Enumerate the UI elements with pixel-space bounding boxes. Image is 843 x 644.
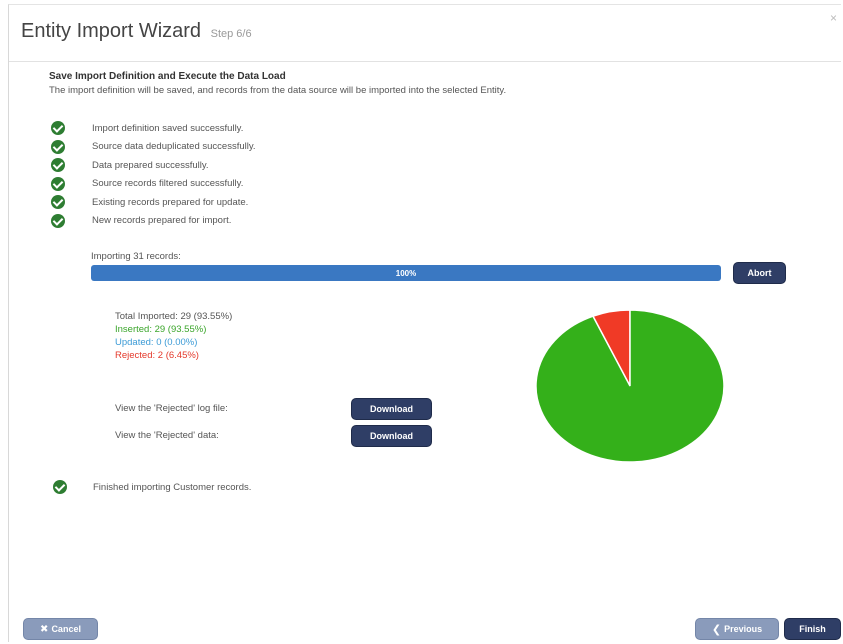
download-rejected-data-button[interactable]: Download	[351, 425, 432, 447]
chevron-left-icon: ❮	[711, 623, 722, 636]
download-rejected-log-button[interactable]: Download	[351, 398, 432, 420]
finished-status: Finished importing Customer records.	[53, 480, 251, 494]
check-circle-icon	[51, 121, 65, 136]
finished-status-text: Finished importing Customer records.	[93, 481, 252, 493]
step-indicator: Step 6/6	[210, 28, 252, 40]
pie-slice-inserted	[535, 309, 725, 463]
step-status-item: Data prepared successfully.	[51, 156, 256, 175]
dialog-title: Entity Import Wizard Step 6/6	[21, 20, 252, 43]
step-status-item: Source records filtered successfully.	[51, 175, 256, 194]
step-status-item: Existing records prepared for update.	[51, 193, 256, 212]
previous-button-label: Previous	[724, 624, 763, 634]
rejected-log-label: View the 'Rejected' log file:	[115, 403, 228, 414]
step-status-item: Import definition saved successfully.	[51, 119, 256, 138]
step-status-text: Import definition saved successfully.	[92, 122, 244, 134]
step-status-text: Existing records prepared for update.	[92, 196, 249, 208]
cancel-button[interactable]: ✖ Cancel	[23, 618, 98, 640]
inserted-stat: Inserted: 29 (93.55%)	[115, 324, 207, 335]
step-status-list: Import definition saved successfully. So…	[51, 119, 256, 230]
import-stats: Total Imported: 29 (93.55%) Inserted: 29…	[115, 311, 232, 363]
dialog-header: Entity Import Wizard Step 6/6 ×	[9, 5, 841, 62]
import-progress-fill: 100%	[91, 265, 721, 281]
step-status-text: Data prepared successfully.	[92, 159, 209, 171]
section-description: The import definition will be saved, and…	[49, 85, 507, 96]
check-circle-icon	[51, 158, 65, 173]
finish-button[interactable]: Finish	[784, 618, 841, 640]
section-title: Save Import Definition and Execute the D…	[49, 71, 286, 82]
step-status-text: Source records filtered successfully.	[92, 178, 244, 190]
rejected-stat: Rejected: 2 (6.45%)	[115, 350, 199, 361]
close-icon[interactable]: ×	[830, 11, 837, 25]
import-progress-label: Importing 31 records:	[91, 251, 181, 262]
step-status-item: Source data deduplicated successfully.	[51, 138, 256, 157]
import-progress-bar: 100%	[91, 265, 721, 281]
updated-stat: Updated: 0 (0.00%)	[115, 337, 198, 348]
dialog-title-text: Entity Import Wizard	[21, 20, 202, 42]
close-icon: ✖	[40, 623, 49, 635]
cancel-button-label: Cancel	[51, 624, 81, 634]
abort-button[interactable]: Abort	[733, 262, 786, 284]
check-circle-icon	[51, 195, 65, 210]
previous-button[interactable]: ❮ Previous	[695, 618, 779, 640]
check-circle-icon	[51, 139, 65, 154]
step-status-text: Source data deduplicated successfully.	[92, 141, 256, 153]
total-imported-stat: Total Imported: 29 (93.55%)	[115, 311, 233, 322]
rejected-data-label: View the 'Rejected' data:	[115, 430, 219, 441]
check-circle-icon	[51, 176, 65, 191]
import-result-pie-chart	[535, 309, 725, 463]
check-circle-icon	[53, 480, 67, 494]
step-status-item: New records prepared for import.	[51, 212, 256, 231]
step-status-text: New records prepared for import.	[92, 215, 232, 227]
progress-percent-text: 100%	[395, 268, 417, 278]
check-circle-icon	[51, 213, 65, 228]
import-wizard-dialog: Entity Import Wizard Step 6/6 × Save Imp…	[8, 4, 841, 642]
